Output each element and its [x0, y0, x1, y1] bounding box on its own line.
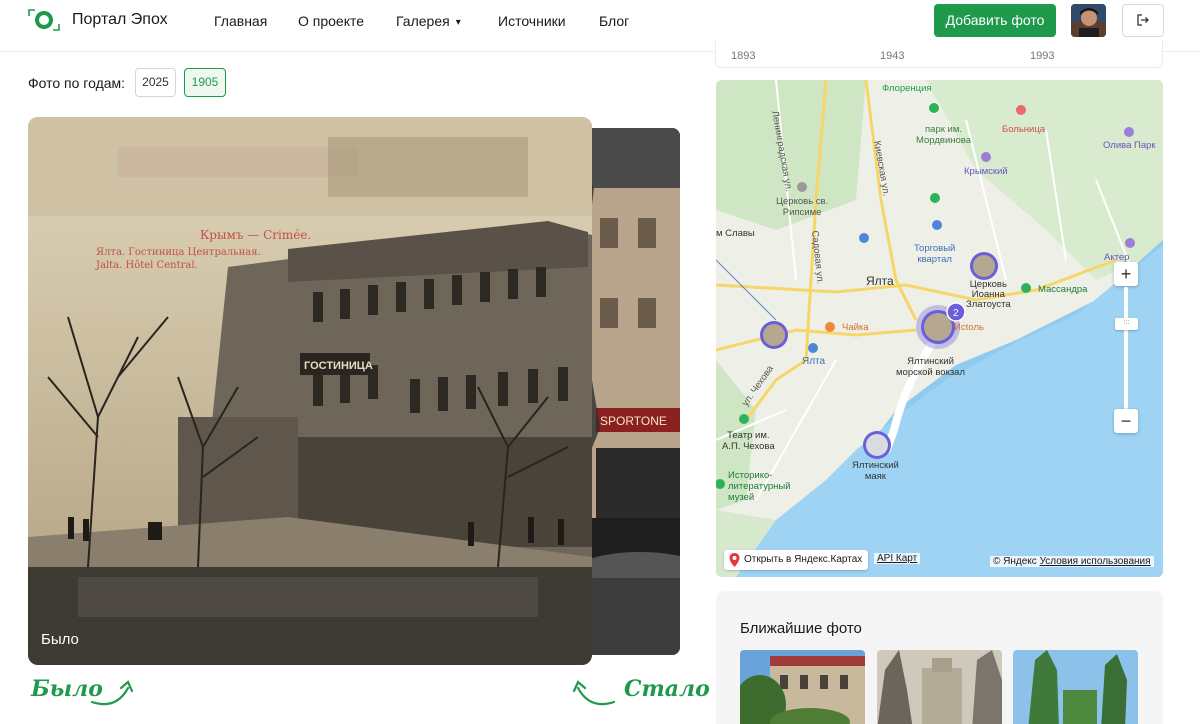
svg-text:SPORTONE: SPORTONE [600, 414, 667, 428]
nearby-photo-thumbnail[interactable] [877, 650, 1002, 724]
postcard-subtitle-fr: Jalta. Hôtel Central. [95, 260, 198, 271]
map-pin-icon [729, 553, 740, 567]
cluster-count: 2 [953, 308, 959, 319]
brand-title[interactable]: Портал Эпох [72, 11, 168, 29]
map-label: Чайка [842, 322, 869, 333]
map-label: Церковь св. Рипсиме [776, 196, 829, 218]
postcard-subtitle-ru: Ялта. Гостиница Центральная. [96, 247, 261, 258]
nav-sources[interactable]: Источники [498, 13, 566, 29]
timeline-tick: 1893 [731, 50, 756, 62]
photo-marker[interactable] [863, 431, 891, 459]
portal-logo-icon[interactable] [27, 8, 61, 32]
photo-marker[interactable] [970, 252, 998, 280]
nav-blog[interactable]: Блог [599, 13, 629, 29]
user-avatar[interactable] [1071, 4, 1106, 37]
map-label: Ялтинский морской вокзал [896, 356, 966, 378]
logout-button[interactable] [1122, 4, 1164, 37]
map-label: Массандра [1038, 284, 1088, 295]
map-label: Флоренция [882, 83, 932, 94]
photo-old-postcard[interactable]: ГОСТИНИЦА Крымъ — Crimée. Ялта. Гостиниц… [28, 117, 592, 665]
map-label: Олива Парк [1103, 140, 1156, 151]
map-label: Ялта [866, 274, 894, 288]
map-label: Исtoль [954, 322, 984, 333]
logout-icon [1137, 14, 1149, 26]
nav-about[interactable]: О проекте [298, 13, 364, 29]
map-copyright: © Яндекс Условия использования [990, 556, 1154, 567]
map-label: м Славы [716, 228, 755, 239]
map-label: Историко- литературный музей [728, 470, 791, 503]
nav-gallery[interactable]: Галерея ▾ [396, 13, 461, 29]
map-copyright-text: © Яндекс [993, 556, 1037, 567]
open-in-yandex-maps-label: Открыть в Яндекс.Картах [744, 554, 863, 565]
open-in-yandex-maps-button[interactable]: Открыть в Яндекс.Картах [724, 550, 869, 570]
nearby-photo-thumbnail[interactable] [1013, 650, 1138, 724]
years-filter-label: Фото по годам: [28, 75, 126, 91]
map-label: парк им. Мордвинова [916, 124, 972, 146]
map-label: Театр им. А.П. Чехова [722, 430, 775, 452]
chevron-down-icon: ▾ [455, 17, 461, 28]
nearby-photos-title: Ближайшие фото [740, 620, 862, 637]
year-button-2025[interactable]: 2025 [135, 68, 176, 97]
timeline-tick: 1993 [1030, 50, 1055, 62]
label-after: Стало [624, 676, 710, 702]
map-label: Ялтинский маяк [852, 460, 899, 482]
map-label: Ялта [802, 356, 826, 367]
arrow-before-icon [90, 680, 134, 706]
postcard-header: Крымъ — Crimée. [200, 228, 311, 242]
map-label: Больница [1002, 124, 1046, 135]
map-zoom-handle[interactable]: ::: [1115, 318, 1138, 330]
nav-gallery-label: Галерея [396, 13, 450, 29]
map-zoom-slider[interactable] [1124, 287, 1128, 409]
map-label: Церковь Иоанна Златоуста [966, 279, 1011, 310]
map-zoom-in-button[interactable]: + [1114, 262, 1138, 286]
add-photo-button[interactable]: Добавить фото [934, 4, 1056, 37]
map-api-link[interactable]: API Карт [874, 553, 921, 564]
timeline-tick: 1943 [880, 50, 905, 62]
nav-home[interactable]: Главная [214, 13, 267, 29]
years-timeline[interactable]: 1893 1943 1993 [715, 40, 1163, 68]
map-zoom-out-button[interactable]: − [1114, 409, 1138, 433]
nearby-photo-thumbnail[interactable] [740, 650, 865, 724]
hotel-sign: ГОСТИНИЦА [304, 360, 373, 372]
map-terms-link[interactable]: Условия использования [1040, 556, 1151, 567]
year-button-1905[interactable]: 1905 [184, 68, 226, 97]
arrow-after-icon [572, 680, 616, 706]
yandex-map[interactable]: 2 Флоренция парк им. Мордвинова Больница… [716, 80, 1163, 577]
photo-marker[interactable] [760, 321, 788, 349]
map-label: Крымский [964, 166, 1008, 177]
photo-caption: Было [41, 631, 79, 648]
map-label: Торговый квартал [914, 243, 956, 265]
